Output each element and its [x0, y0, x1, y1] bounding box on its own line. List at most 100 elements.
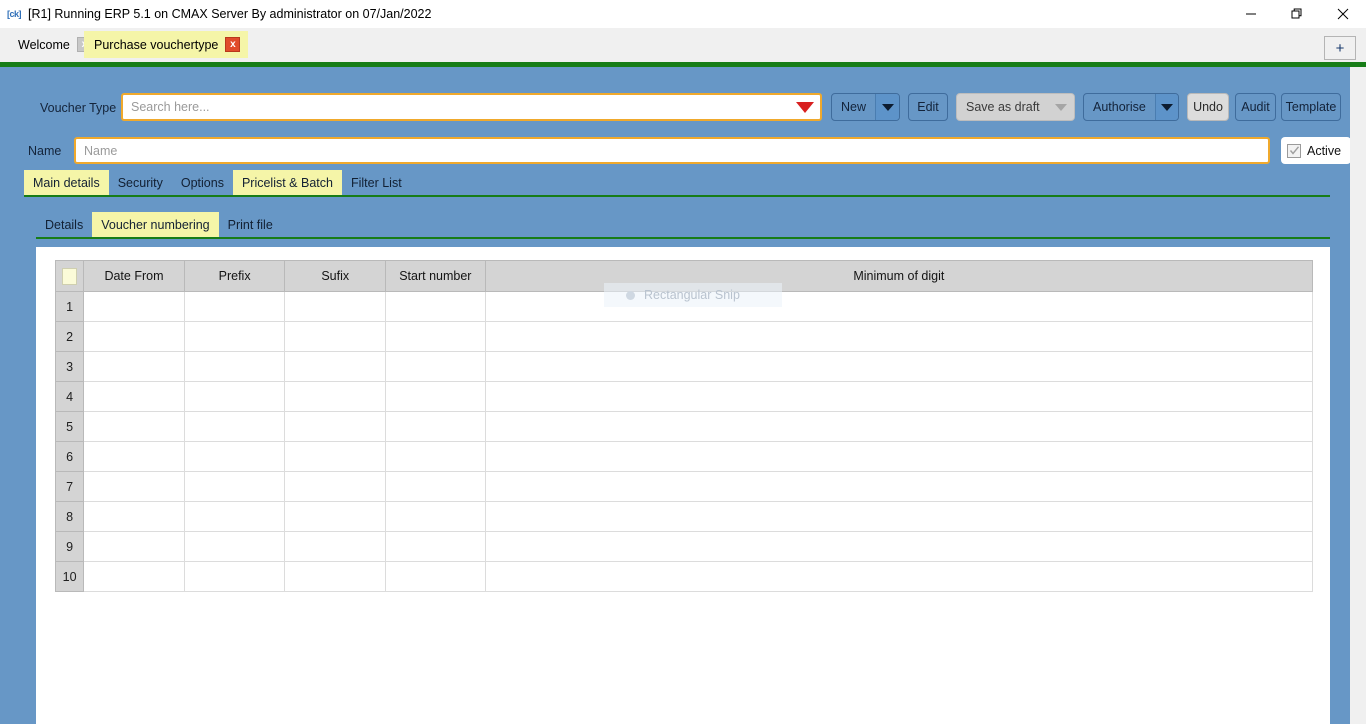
cell-sufix[interactable]	[285, 352, 386, 382]
cell-sufix[interactable]	[285, 382, 386, 412]
cell-minimum-of-digit[interactable]	[485, 382, 1312, 412]
tab-purchase-vouchertype-close-icon[interactable]: x	[225, 37, 240, 52]
cell-minimum-of-digit[interactable]	[485, 412, 1312, 442]
table-row[interactable]: 6	[56, 442, 1313, 472]
row-number[interactable]: 3	[56, 352, 84, 382]
minimize-icon[interactable]	[1228, 0, 1274, 28]
tab-filter-list[interactable]: Filter List	[342, 170, 411, 195]
cell-date-from[interactable]	[84, 382, 185, 412]
tab-pricelist-and-batch[interactable]: Pricelist & Batch	[233, 170, 342, 195]
row-number[interactable]: 6	[56, 442, 84, 472]
tab-options[interactable]: Options	[172, 170, 233, 195]
active-checkbox[interactable]	[1287, 144, 1301, 158]
cell-start-number[interactable]	[386, 472, 486, 502]
template-button[interactable]: Template	[1281, 93, 1341, 121]
cell-minimum-of-digit[interactable]	[485, 292, 1312, 322]
cell-sufix[interactable]	[285, 322, 386, 352]
audit-button[interactable]: Audit	[1235, 93, 1276, 121]
cell-start-number[interactable]	[386, 502, 486, 532]
row-number[interactable]: 2	[56, 322, 84, 352]
cell-date-from[interactable]	[84, 412, 185, 442]
row-number[interactable]: 4	[56, 382, 84, 412]
cell-prefix[interactable]	[184, 352, 285, 382]
cell-sufix[interactable]	[285, 472, 386, 502]
cell-sufix[interactable]	[285, 292, 386, 322]
column-header-sufix[interactable]: Sufix	[285, 261, 386, 292]
table-row[interactable]: 4	[56, 382, 1313, 412]
cell-start-number[interactable]	[386, 322, 486, 352]
cell-date-from[interactable]	[84, 442, 185, 472]
cell-date-from[interactable]	[84, 472, 185, 502]
new-button[interactable]: New	[831, 93, 900, 121]
cell-minimum-of-digit[interactable]	[485, 562, 1312, 592]
cell-start-number[interactable]	[386, 352, 486, 382]
table-row[interactable]: 1	[56, 292, 1313, 322]
cell-minimum-of-digit[interactable]	[485, 532, 1312, 562]
cell-start-number[interactable]	[386, 382, 486, 412]
cell-prefix[interactable]	[184, 442, 285, 472]
cell-prefix[interactable]	[184, 292, 285, 322]
cell-date-from[interactable]	[84, 322, 185, 352]
table-row[interactable]: 2	[56, 322, 1313, 352]
cell-minimum-of-digit[interactable]	[485, 352, 1312, 382]
search-input[interactable]	[123, 100, 790, 114]
cell-prefix[interactable]	[184, 562, 285, 592]
column-header-start-number[interactable]: Start number	[386, 261, 486, 292]
row-number[interactable]: 1	[56, 292, 84, 322]
grid-corner-header[interactable]	[56, 261, 84, 292]
table-row[interactable]: 10	[56, 562, 1313, 592]
tab-print-file[interactable]: Print file	[219, 212, 282, 237]
cell-minimum-of-digit[interactable]	[485, 502, 1312, 532]
column-header-date-from[interactable]: Date From	[84, 261, 185, 292]
cell-prefix[interactable]	[184, 382, 285, 412]
table-row[interactable]: 3	[56, 352, 1313, 382]
cell-minimum-of-digit[interactable]	[485, 442, 1312, 472]
cell-prefix[interactable]	[184, 502, 285, 532]
new-tab-button[interactable]: +	[1324, 36, 1356, 60]
cell-sufix[interactable]	[285, 412, 386, 442]
tab-security[interactable]: Security	[109, 170, 172, 195]
voucher-type-search-box[interactable]	[121, 93, 822, 121]
row-number[interactable]: 7	[56, 472, 84, 502]
dropdown-arrow-icon[interactable]	[790, 95, 820, 119]
column-header-prefix[interactable]: Prefix	[184, 261, 285, 292]
authorise-button[interactable]: Authorise	[1083, 93, 1179, 121]
cell-start-number[interactable]	[386, 532, 486, 562]
edit-button[interactable]: Edit	[908, 93, 948, 121]
table-row[interactable]: 8	[56, 502, 1313, 532]
cell-sufix[interactable]	[285, 442, 386, 472]
table-row[interactable]: 7	[56, 472, 1313, 502]
tab-main-details[interactable]: Main details	[24, 170, 109, 195]
tab-details[interactable]: Details	[36, 212, 92, 237]
row-number[interactable]: 5	[56, 412, 84, 442]
close-icon[interactable]	[1320, 0, 1366, 28]
cell-sufix[interactable]	[285, 502, 386, 532]
new-dropdown-caret-icon[interactable]	[875, 94, 899, 120]
row-number[interactable]: 9	[56, 532, 84, 562]
cell-start-number[interactable]	[386, 562, 486, 592]
cell-sufix[interactable]	[285, 532, 386, 562]
restore-icon[interactable]	[1274, 0, 1320, 28]
tab-voucher-numbering[interactable]: Voucher numbering	[92, 212, 218, 237]
cell-prefix[interactable]	[184, 532, 285, 562]
table-row[interactable]: 9	[56, 532, 1313, 562]
cell-minimum-of-digit[interactable]	[485, 472, 1312, 502]
cell-date-from[interactable]	[84, 532, 185, 562]
cell-start-number[interactable]	[386, 412, 486, 442]
row-number[interactable]: 10	[56, 562, 84, 592]
cell-prefix[interactable]	[184, 472, 285, 502]
authorise-dropdown-caret-icon[interactable]	[1155, 94, 1178, 120]
cell-start-number[interactable]	[386, 442, 486, 472]
cell-start-number[interactable]	[386, 292, 486, 322]
name-field[interactable]	[74, 137, 1270, 164]
column-header-minimum-of-digit[interactable]: Minimum of digit	[485, 261, 1312, 292]
tab-purchase-vouchertype[interactable]: Purchase vouchertype x	[84, 31, 248, 58]
cell-sufix[interactable]	[285, 562, 386, 592]
cell-date-from[interactable]	[84, 562, 185, 592]
cell-minimum-of-digit[interactable]	[485, 322, 1312, 352]
active-checkbox-group[interactable]: Active	[1281, 137, 1351, 164]
cell-date-from[interactable]	[84, 292, 185, 322]
table-row[interactable]: 5	[56, 412, 1313, 442]
cell-date-from[interactable]	[84, 502, 185, 532]
name-input[interactable]	[76, 139, 1268, 162]
